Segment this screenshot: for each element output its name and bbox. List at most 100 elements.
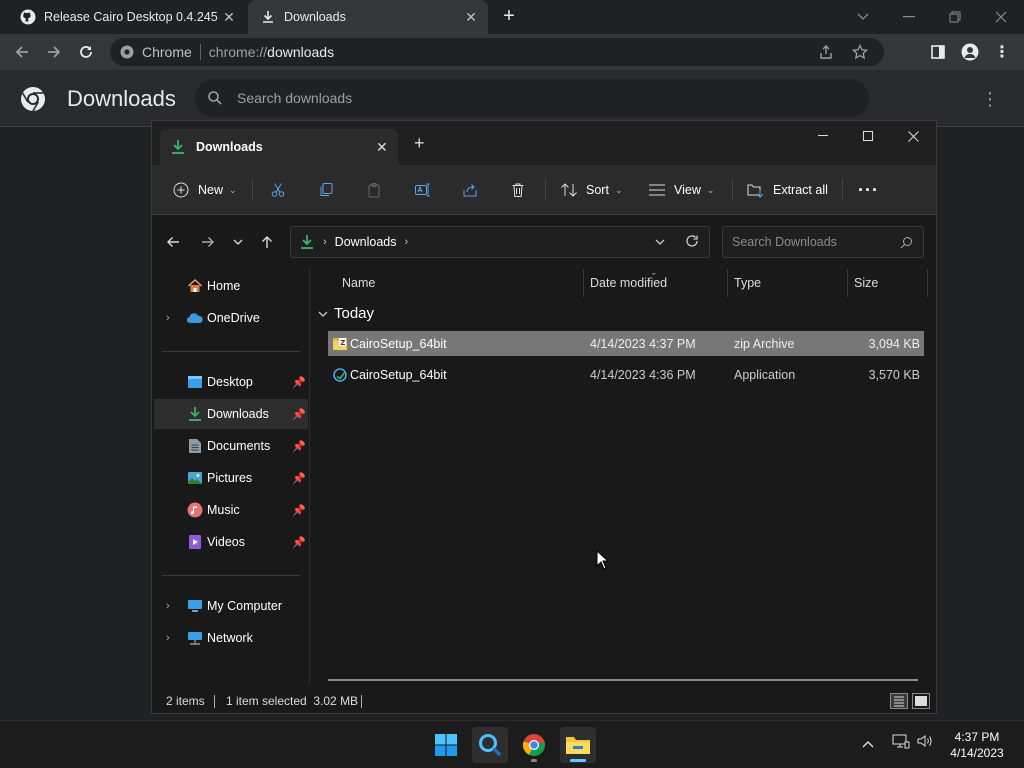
explorer-search-input[interactable]: Search Downloads [722, 226, 924, 258]
taskbar-file-explorer[interactable] [560, 727, 596, 763]
chrome-menu-icon[interactable]: ⋮ [988, 38, 1016, 66]
side-panel-icon[interactable] [924, 38, 952, 66]
downloads-search-input[interactable]: Search downloads [195, 79, 869, 117]
nav-item-documents[interactable]: Documents 📌 [154, 431, 308, 461]
show-hidden-icons-chevron-icon[interactable] [862, 735, 874, 751]
column-divider[interactable] [583, 269, 584, 297]
minimize-icon[interactable] [800, 121, 846, 151]
search-placeholder: Search downloads [237, 90, 353, 106]
restore-icon[interactable] [932, 0, 978, 34]
new-tab-button[interactable]: + [414, 133, 425, 154]
share-button[interactable] [461, 177, 479, 203]
taskbar-clock[interactable]: 4:37 PM 4/14/2023 [940, 729, 1014, 761]
close-tab-icon[interactable]: ✕ [462, 8, 480, 26]
horizontal-scrollbar[interactable] [328, 679, 918, 681]
nav-item-music[interactable]: Music 📌 [154, 495, 308, 525]
bookmark-star-icon[interactable] [852, 44, 868, 60]
sort-button-label: Sort [586, 183, 609, 197]
command-separator [252, 179, 253, 201]
maximize-icon[interactable] [845, 121, 891, 151]
active-indicator [570, 759, 586, 762]
column-divider[interactable] [847, 269, 848, 297]
nav-item-my-computer[interactable]: › My Computer [154, 591, 308, 621]
close-window-icon[interactable] [890, 121, 936, 151]
network-icon [186, 629, 204, 647]
refresh-icon[interactable] [685, 234, 699, 251]
file-row[interactable]: CairoSetup_64bit 4/14/2023 4:36 PM Appli… [328, 362, 924, 387]
explorer-command-bar: New ⌄ Sort ⌄ View ⌄ Extract all ··· [152, 165, 936, 215]
extract-all-button[interactable]: Extract all [747, 177, 828, 203]
command-separator [732, 179, 733, 201]
tab-search-chevron-icon[interactable] [840, 0, 886, 34]
start-button[interactable] [428, 727, 464, 763]
tiles-view-icon[interactable] [912, 693, 930, 709]
forward-arrow-icon[interactable] [40, 38, 68, 66]
nav-item-downloads[interactable]: Downloads 📌 [154, 399, 308, 429]
column-header-size[interactable]: Size [854, 269, 878, 297]
omnibox-separator [199, 44, 201, 60]
nav-item-videos[interactable]: Videos 📌 [154, 527, 308, 557]
chevron-down-icon: ⌄ [614, 184, 623, 195]
nav-item-network[interactable]: › Network [154, 623, 308, 653]
explorer-tab-downloads[interactable]: Downloads ✕ [160, 129, 398, 165]
breadcrumb-separator-icon[interactable]: › [405, 236, 409, 248]
network-tray-icon[interactable] [892, 733, 910, 752]
trash-icon [509, 181, 527, 199]
up-arrow-icon[interactable] [256, 231, 278, 253]
cut-button[interactable] [269, 177, 287, 203]
file-type: zip Archive [734, 336, 795, 351]
column-header-type[interactable]: Type [734, 269, 761, 297]
close-tab-icon[interactable]: ✕ [220, 8, 238, 26]
omnibox-chip: Chrome [142, 44, 192, 60]
expand-chevron-icon[interactable]: › [166, 600, 170, 612]
pin-icon: 📌 [292, 536, 306, 549]
more-options-icon[interactable]: ··· [858, 177, 879, 203]
copy-button[interactable] [317, 177, 335, 203]
recent-locations-chevron-icon[interactable] [227, 231, 249, 253]
volume-icon[interactable] [916, 733, 934, 752]
nav-item-desktop[interactable]: Desktop 📌 [154, 367, 308, 397]
profile-icon[interactable] [956, 38, 984, 66]
nav-item-home[interactable]: Home [154, 271, 308, 301]
rename-button[interactable] [413, 177, 431, 203]
close-tab-icon[interactable]: ✕ [376, 139, 398, 156]
nav-item-onedrive[interactable]: › OneDrive [154, 303, 308, 333]
share-icon[interactable] [818, 44, 834, 60]
reload-icon[interactable] [72, 38, 100, 66]
mouse-cursor-icon [596, 550, 610, 570]
back-arrow-icon[interactable] [8, 38, 36, 66]
nav-item-label: Downloads [207, 407, 269, 421]
more-options-icon[interactable]: ⋮ [980, 88, 1000, 110]
breadcrumb-downloads[interactable]: Downloads [335, 235, 397, 249]
collapse-chevron-icon[interactable] [318, 308, 328, 320]
file-row[interactable]: Z CairoSetup_64bit 4/14/2023 4:37 PM zip… [328, 331, 924, 356]
address-dropdown-icon[interactable] [655, 236, 665, 248]
clipboard-icon [365, 181, 383, 199]
browser-tab-github-release[interactable]: Release Cairo Desktop 0.4.245 · c ✕ [8, 0, 246, 34]
view-button[interactable]: View ⌄ [648, 177, 714, 203]
forward-arrow-icon[interactable] [197, 231, 219, 253]
github-icon [20, 9, 36, 25]
paste-button[interactable] [365, 177, 383, 203]
taskbar-search-button[interactable] [472, 727, 508, 763]
new-tab-button[interactable]: + [498, 6, 520, 28]
column-divider[interactable] [727, 269, 728, 297]
new-button[interactable]: New ⌄ [172, 177, 237, 203]
expand-chevron-icon[interactable]: › [166, 312, 170, 324]
column-divider[interactable] [927, 269, 928, 297]
column-header-name[interactable]: Name [342, 269, 375, 297]
details-view-icon[interactable] [890, 693, 908, 709]
clock-time: 4:37 PM [954, 730, 1000, 744]
group-header-today[interactable]: Today [318, 305, 374, 322]
minimize-icon[interactable] [886, 0, 932, 34]
close-window-icon[interactable] [978, 0, 1024, 34]
back-arrow-icon[interactable] [162, 231, 184, 253]
sort-button[interactable]: Sort ⌄ [560, 177, 622, 203]
nav-item-pictures[interactable]: Pictures 📌 [154, 463, 308, 493]
expand-chevron-icon[interactable]: › [166, 632, 170, 644]
taskbar-chrome[interactable] [516, 727, 552, 763]
delete-button[interactable] [509, 177, 527, 203]
browser-tab-downloads[interactable]: Downloads ✕ [248, 0, 488, 34]
address-field[interactable]: › Downloads › [290, 226, 710, 258]
omnibox[interactable]: Chrome chrome://downloads [110, 38, 884, 66]
